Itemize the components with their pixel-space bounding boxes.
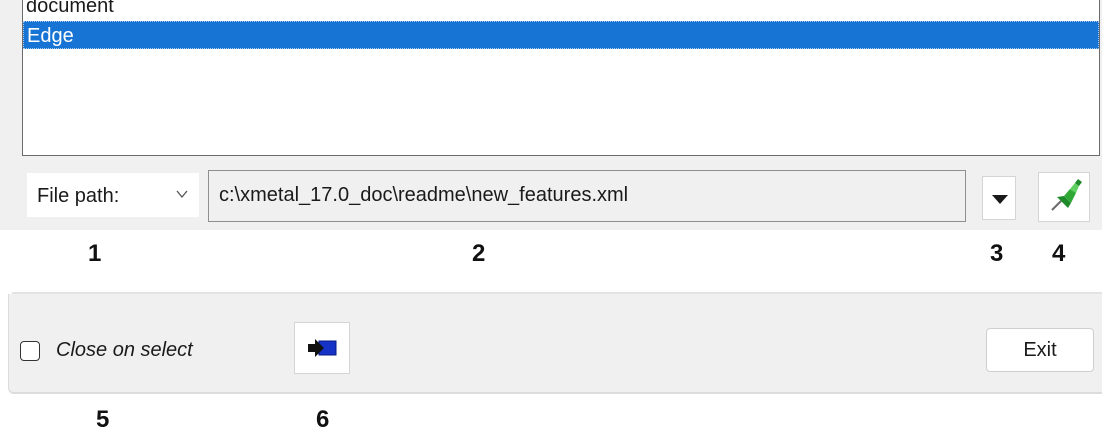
exit-button[interactable]: Exit — [986, 328, 1094, 372]
callout-number-4: 4 — [1052, 240, 1066, 267]
file-path-value: c:\xmetal_17.0_doc\readme\new_features.x… — [219, 184, 629, 206]
callout-number-6: 6 — [316, 406, 330, 433]
path-type-value: File path: — [37, 185, 120, 207]
triangle-down-icon — [992, 195, 1008, 204]
list-item[interactable]: document — [23, 0, 1099, 21]
callout-number-1: 1 — [88, 240, 102, 267]
callout-number-3: 3 — [990, 240, 1004, 267]
document-type-list[interactable]: document Edge — [22, 0, 1100, 156]
close-on-select-label: Close on select — [56, 339, 193, 361]
path-history-dropdown-button[interactable] — [982, 176, 1016, 220]
callout-number-2: 2 — [472, 240, 486, 267]
pushpin-icon — [1051, 179, 1082, 211]
list-item-selected[interactable]: Edge — [23, 21, 1099, 49]
file-path-field[interactable]: c:\xmetal_17.0_doc\readme\new_features.x… — [208, 170, 966, 222]
goto-button[interactable] — [294, 322, 350, 374]
callout-number-5: 5 — [96, 406, 110, 433]
chevron-down-icon — [176, 190, 188, 199]
close-on-select-checkbox[interactable] — [20, 341, 40, 361]
pin-button[interactable] — [1038, 172, 1090, 222]
path-type-select[interactable]: File path: — [26, 172, 200, 218]
goto-arrow-icon — [308, 339, 337, 357]
